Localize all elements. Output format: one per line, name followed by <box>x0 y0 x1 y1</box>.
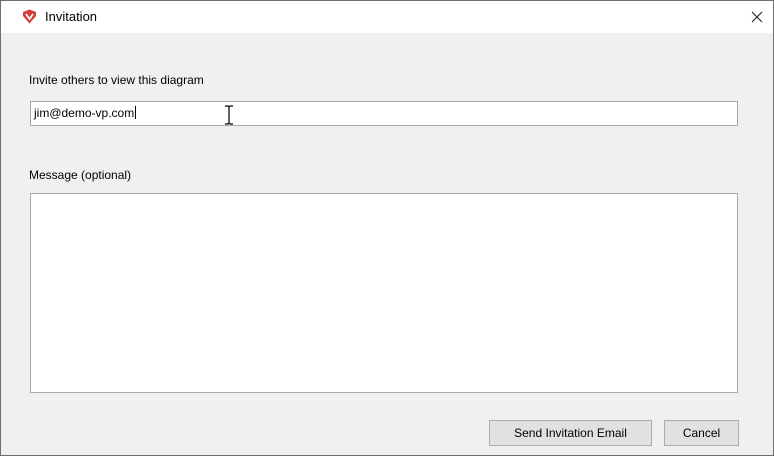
close-button[interactable] <box>741 1 773 33</box>
message-textarea[interactable] <box>30 193 738 393</box>
send-invitation-button[interactable]: Send Invitation Email <box>489 420 652 446</box>
title-bar: Invitation <box>1 1 773 33</box>
message-label: Message (optional) <box>29 168 132 182</box>
close-icon <box>751 11 763 23</box>
dialog-title: Invitation <box>45 9 98 24</box>
cancel-button[interactable]: Cancel <box>664 420 739 446</box>
email-value: jim@demo-vp.com <box>34 106 135 120</box>
email-input[interactable]: jim@demo-vp.com <box>30 101 738 126</box>
ibeam-cursor-icon <box>225 105 233 125</box>
visual-paradigm-logo-icon <box>23 9 36 24</box>
invite-label: Invite others to view this diagram <box>29 73 204 87</box>
invitation-dialog: Invitation Invite others to view this di… <box>0 0 774 456</box>
text-caret <box>135 106 137 119</box>
